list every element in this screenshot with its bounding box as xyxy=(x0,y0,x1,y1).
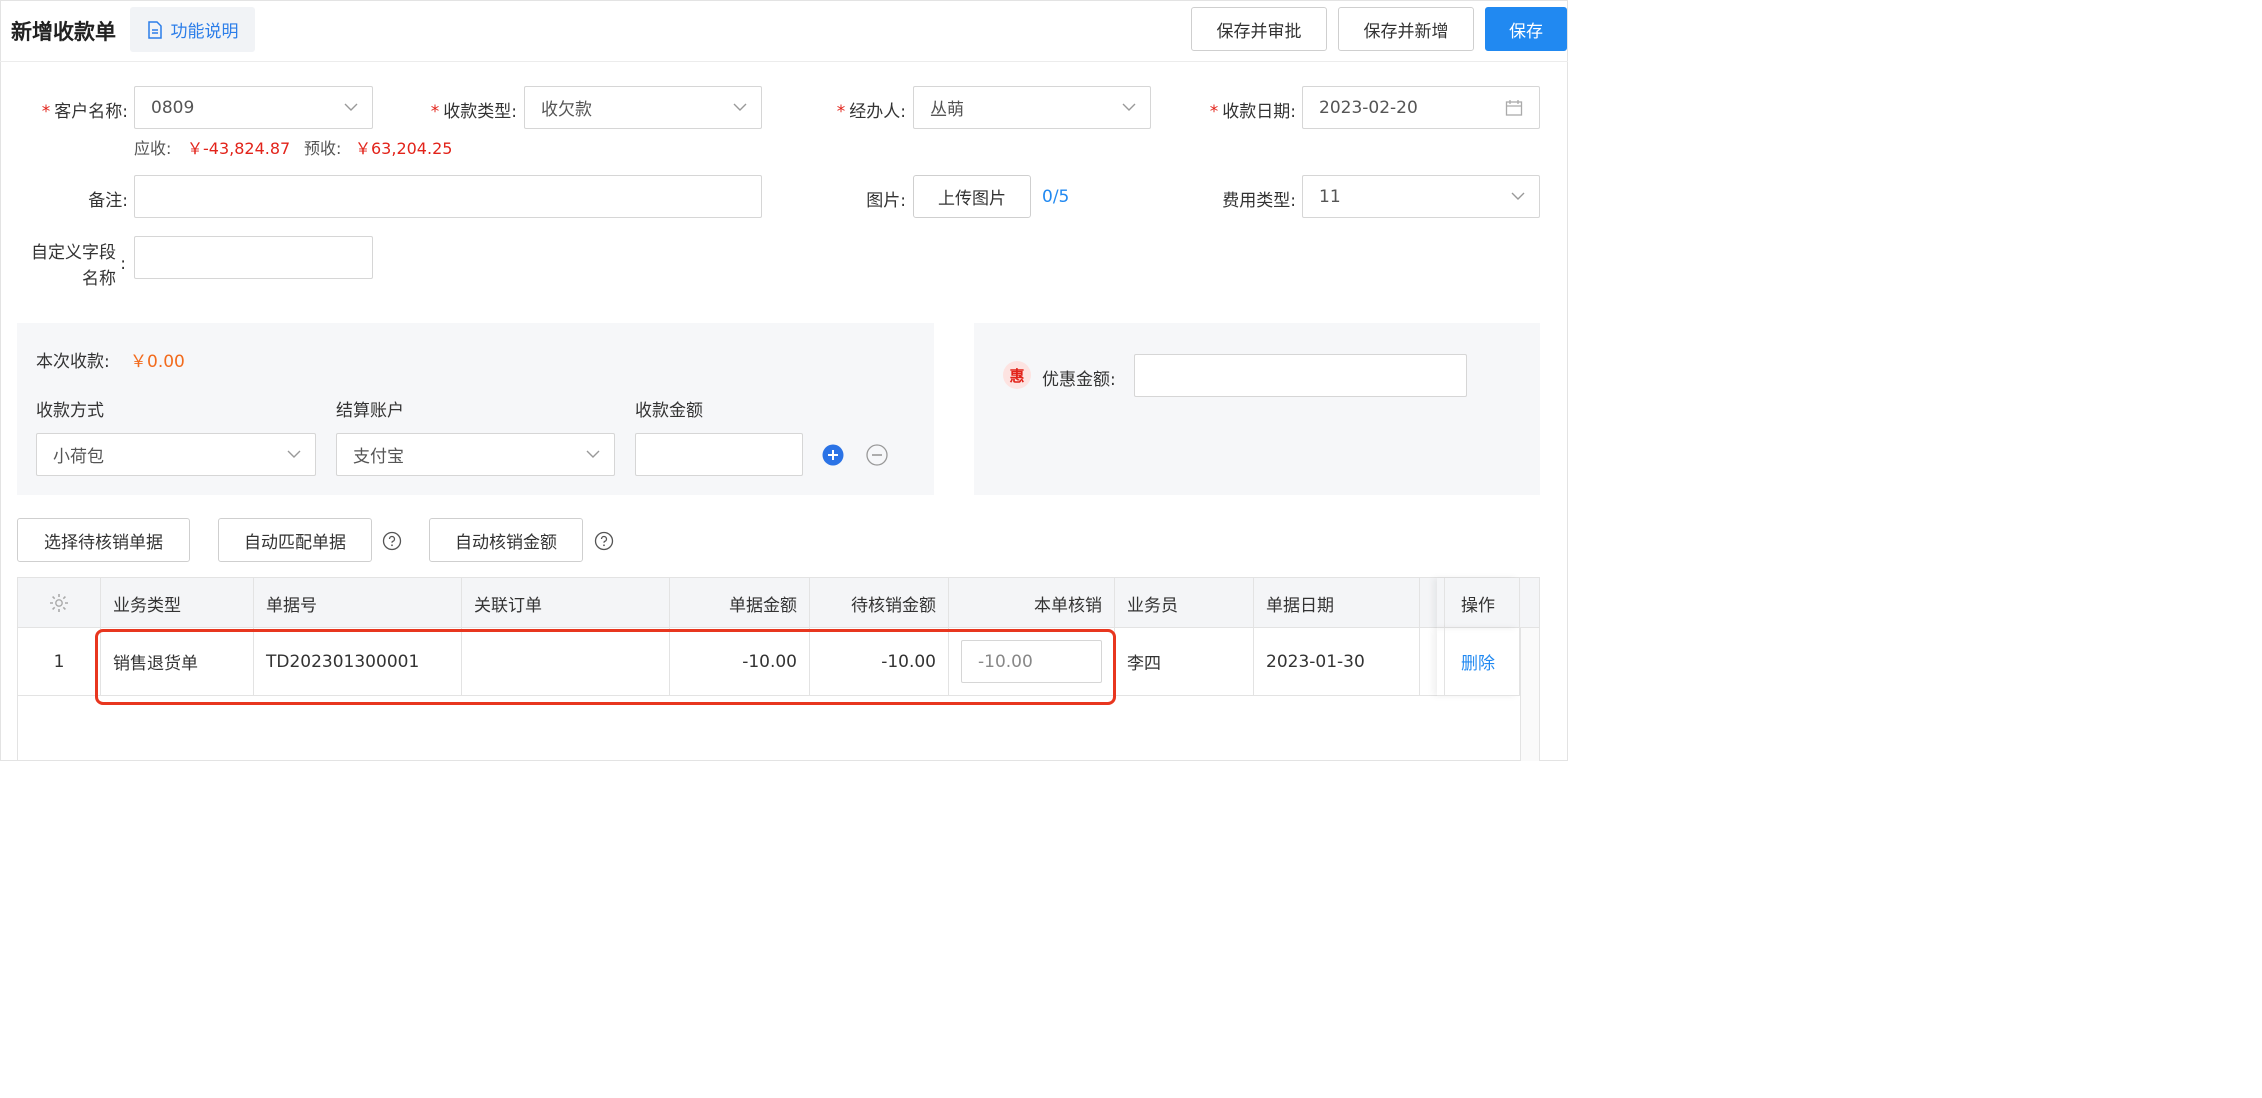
gear-icon xyxy=(50,594,68,612)
this-receipt-value: ￥0.00 xyxy=(130,352,185,372)
col-writeoff: 本单核销 xyxy=(949,578,1115,628)
col-pending-amount: 待核销金额 xyxy=(810,578,949,628)
delete-link[interactable]: 删除 xyxy=(1437,628,1520,696)
column-settings[interactable] xyxy=(18,578,101,628)
settlement-account-value: 支付宝 xyxy=(353,447,404,467)
discount-label: 优惠金额: xyxy=(1042,370,1116,390)
receipt-date-label: * 收款日期: xyxy=(1209,102,1296,122)
add-circle-icon[interactable] xyxy=(822,444,844,466)
writeoff-amount-input[interactable]: -10.00 xyxy=(961,640,1102,683)
handler-label: * 经办人: xyxy=(836,102,906,122)
cell-related-order xyxy=(462,628,670,696)
table-scrollbar[interactable] xyxy=(1520,628,1539,761)
cell-salesman: 李四 xyxy=(1115,628,1254,696)
col-doc-date: 单据日期 xyxy=(1254,578,1420,628)
remark-label: 备注: xyxy=(88,191,128,211)
prepaid-label: 预收: xyxy=(304,139,342,158)
save-approve-button[interactable]: 保存并审批 xyxy=(1191,7,1327,51)
question-icon[interactable] xyxy=(594,531,614,551)
cell-writeoff: -10.00 xyxy=(949,628,1115,696)
picture-label: 图片: xyxy=(866,191,906,211)
question-icon[interactable] xyxy=(382,531,402,551)
receivable-label: 应收: xyxy=(134,139,172,158)
receipt-date-value: 2023-02-20 xyxy=(1319,97,1418,118)
account-header: 结算账户 xyxy=(336,401,404,421)
receivable-value: ￥-43,824.87 xyxy=(187,139,291,158)
page-title: 新增收款单 xyxy=(11,20,116,44)
discount-amount-input[interactable] xyxy=(1134,354,1467,397)
discount-badge: 惠 xyxy=(1003,361,1031,389)
settlement-account-select[interactable]: 支付宝 xyxy=(336,433,615,476)
handler-select[interactable]: 丛萌 xyxy=(913,86,1151,129)
cell-biz-type: 销售退货单 xyxy=(101,628,254,696)
this-receipt-label: 本次收款: xyxy=(36,352,110,372)
customer-label: * 客户名称: xyxy=(41,102,128,122)
upload-picture-button[interactable]: 上传图片 xyxy=(913,175,1031,218)
method-header: 收款方式 xyxy=(36,401,104,421)
cell-doc-amount: -10.00 xyxy=(670,628,810,696)
handler-value: 丛萌 xyxy=(930,100,964,120)
remove-circle-icon[interactable] xyxy=(866,444,888,466)
col-related-order: 关联订单 xyxy=(462,578,670,628)
help-label: 功能说明 xyxy=(170,22,239,42)
cell-pending-amount: -10.00 xyxy=(810,628,949,696)
header-bar: 新增收款单 功能说明 保存并审批 保存并新增 保存 xyxy=(0,0,1568,62)
payment-amount-input[interactable] xyxy=(635,433,803,476)
table-header: 业务类型 单据号 关联订单 单据金额 待核销金额 本单核销 业务员 单据日期 操… xyxy=(18,577,1539,628)
chevron-down-icon xyxy=(733,103,747,111)
col-doc-amount: 单据金额 xyxy=(670,578,810,628)
receipt-type-label: * 收款类型: xyxy=(430,102,517,122)
receipt-type-select[interactable]: 收欠款 xyxy=(524,86,762,129)
expense-type-value: 11 xyxy=(1319,186,1341,207)
document-icon xyxy=(147,20,162,39)
custom-field-colon: : xyxy=(120,254,126,274)
custom-field-label: 自定义字段 名称 xyxy=(31,243,116,289)
customer-value: 0809 xyxy=(151,97,195,118)
chevron-down-icon xyxy=(1122,103,1136,111)
receipt-type-value: 收欠款 xyxy=(541,100,592,120)
remark-input[interactable] xyxy=(134,175,762,218)
select-docs-button[interactable]: 选择待核销单据 xyxy=(17,518,190,562)
chevron-down-icon xyxy=(287,450,301,458)
help-button[interactable]: 功能说明 xyxy=(130,7,255,52)
col-doc-no: 单据号 xyxy=(254,578,462,628)
chevron-down-icon xyxy=(344,103,358,111)
prepaid-value: ￥63,204.25 xyxy=(355,139,453,158)
auto-match-button[interactable]: 自动匹配单据 xyxy=(218,518,372,562)
payment-method-select[interactable]: 小荷包 xyxy=(36,433,316,476)
customer-select[interactable]: 0809 xyxy=(134,86,373,129)
chevron-down-icon xyxy=(586,450,600,458)
cell-doc-no: TD202301300001 xyxy=(254,628,462,696)
receipt-date-picker[interactable]: 2023-02-20 xyxy=(1302,86,1540,129)
cell-doc-date: 2023-01-30 xyxy=(1254,628,1420,696)
payment-method-value: 小荷包 xyxy=(53,447,104,467)
col-action: 操作 xyxy=(1437,578,1520,628)
calendar-icon xyxy=(1505,100,1523,116)
col-salesman: 业务员 xyxy=(1115,578,1254,628)
custom-field-input[interactable] xyxy=(134,236,373,279)
row-index: 1 xyxy=(18,628,101,696)
amount-header: 收款金额 xyxy=(635,401,703,421)
col-biz-type: 业务类型 xyxy=(101,578,254,628)
discount-panel xyxy=(974,323,1540,495)
expense-type-label: 费用类型: xyxy=(1222,191,1296,211)
writeoff-table: 业务类型 单据号 关联订单 单据金额 待核销金额 本单核销 业务员 单据日期 操… xyxy=(17,577,1540,761)
chevron-down-icon xyxy=(1511,192,1525,200)
expense-type-select[interactable]: 11 xyxy=(1302,175,1540,218)
save-new-button[interactable]: 保存并新增 xyxy=(1338,7,1474,51)
save-button[interactable]: 保存 xyxy=(1485,7,1567,51)
picture-count: 0/5 xyxy=(1042,187,1070,207)
auto-writeoff-button[interactable]: 自动核销金额 xyxy=(429,518,583,562)
